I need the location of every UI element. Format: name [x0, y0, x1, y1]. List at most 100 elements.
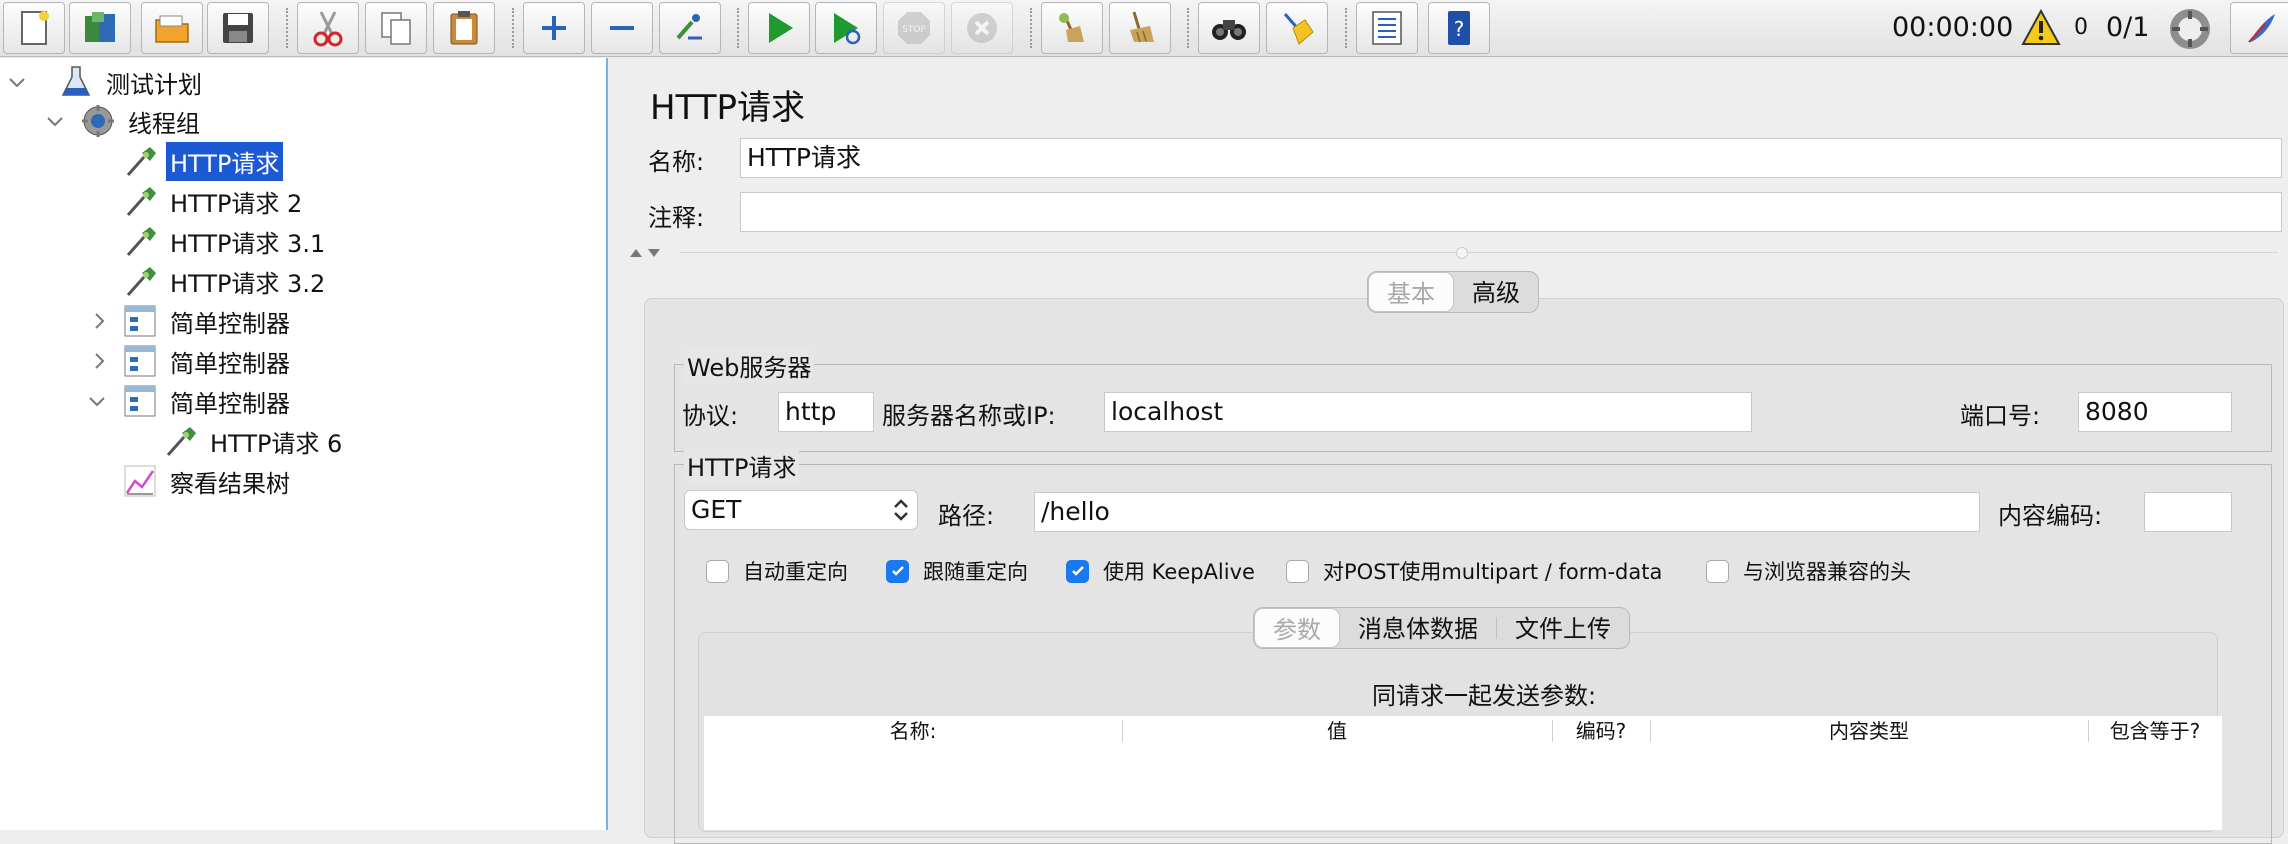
- http-sampler-icon: [166, 427, 196, 456]
- clear-all-button[interactable]: [1109, 2, 1171, 54]
- tree-node-label: HTTP请求 6: [210, 429, 343, 458]
- http-sampler-icon: [126, 267, 156, 296]
- tree-node-view-results-tree[interactable]: 察看结果树: [122, 462, 294, 500]
- http-sampler-icon: [126, 227, 156, 256]
- column-header-encode[interactable]: 编码?: [1552, 716, 1650, 746]
- copy-icon: [381, 12, 411, 45]
- start-button[interactable]: [748, 2, 810, 54]
- http-request-panel: HTTP请求 名称: HTTP请求 注释: 基本 高级 Web服务器 协议: h…: [610, 58, 2288, 844]
- tree-node-http-request[interactable]: HTTP请求 2: [122, 182, 306, 220]
- sub-tabs: 参数 消息体数据 文件上传: [1253, 607, 1630, 649]
- tab-body-data[interactable]: 消息体数据: [1340, 608, 1496, 648]
- protocol-label: 协议:: [682, 402, 739, 430]
- tree-node-http-request[interactable]: HTTP请求: [122, 141, 284, 181]
- thread-count: 0/1: [2106, 12, 2150, 43]
- help-icon: ?: [1448, 11, 1470, 45]
- chevron-updown-icon: [894, 499, 908, 521]
- column-header-content-type[interactable]: 内容类型: [1650, 716, 2088, 746]
- svg-text:?: ?: [1454, 17, 1465, 41]
- tree-node-label: 简单控制器: [170, 309, 290, 338]
- method-select[interactable]: GET: [684, 490, 918, 530]
- divider-grip[interactable]: [1456, 247, 1468, 259]
- log-viewer-button[interactable]: [2230, 2, 2288, 54]
- browser-headers-checkbox[interactable]: 与浏览器兼容的头: [1706, 556, 1911, 586]
- new-button[interactable]: [3, 2, 65, 54]
- tree-node-http-request[interactable]: HTTP请求 3.2: [122, 262, 329, 300]
- tab-advanced[interactable]: 高级: [1454, 272, 1538, 312]
- collapse-icon: [610, 26, 634, 30]
- chevron-right-icon[interactable]: [89, 351, 109, 371]
- function-helper-button[interactable]: [1356, 2, 1418, 54]
- collapse-all-button[interactable]: [591, 2, 653, 54]
- follow-redirect-checkbox[interactable]: 跟随重定向: [886, 556, 1028, 586]
- copy-button[interactable]: [365, 2, 427, 54]
- open-button[interactable]: [141, 2, 203, 54]
- path-field[interactable]: /hello: [1034, 492, 1980, 532]
- comment-field[interactable]: [740, 192, 2282, 232]
- port-field[interactable]: 8080: [2078, 392, 2232, 432]
- start-no-pauses-button[interactable]: [815, 2, 877, 54]
- simple-controller-icon: [124, 345, 156, 377]
- stop-button[interactable]: STOP: [883, 2, 945, 54]
- http-request-legend: HTTP请求: [684, 448, 800, 483]
- stop-icon: STOP: [898, 12, 930, 44]
- protocol-field[interactable]: http: [778, 392, 874, 432]
- start-icon: [769, 13, 793, 43]
- test-plan-icon: [61, 66, 91, 96]
- cut-icon: [313, 11, 343, 47]
- tree-node-simple-controller[interactable]: 简单控制器: [122, 382, 294, 420]
- paste-button[interactable]: [433, 2, 495, 54]
- tree-node-http-request[interactable]: HTTP请求 6: [162, 422, 346, 460]
- expand-all-button[interactable]: [523, 2, 585, 54]
- tree-node-label: 线程组: [128, 109, 200, 138]
- start-no-pauses-icon: [834, 13, 861, 45]
- tab-basic[interactable]: 基本: [1368, 272, 1454, 312]
- cut-button[interactable]: [297, 2, 359, 54]
- reset-search-button[interactable]: [1266, 2, 1328, 54]
- multipart-checkbox[interactable]: 对POST使用multipart / form-data: [1286, 556, 1662, 586]
- tab-file-upload[interactable]: 文件上传: [1497, 608, 1629, 648]
- name-field[interactable]: HTTP请求: [740, 138, 2282, 178]
- save-icon: [223, 13, 253, 43]
- split-arrows-icon[interactable]: [628, 246, 668, 260]
- keepalive-checkbox[interactable]: 使用 KeepAlive: [1066, 556, 1255, 586]
- tree-node-label: 简单控制器: [170, 349, 290, 378]
- tab-parameters[interactable]: 参数: [1254, 608, 1340, 648]
- warning-count: 0: [2074, 15, 2088, 40]
- column-header-include-equals[interactable]: 包含等于?: [2088, 716, 2222, 746]
- feather-icon: [2248, 14, 2275, 43]
- tree-node-simple-controller[interactable]: 简单控制器: [122, 302, 294, 340]
- chevron-down-icon[interactable]: [87, 391, 107, 411]
- auto-redirect-checkbox[interactable]: 自动重定向: [706, 556, 848, 586]
- column-header-value[interactable]: 值: [1122, 716, 1552, 746]
- params-caption: 同请求一起发送参数:: [1371, 682, 1597, 710]
- expand-icon: [542, 16, 566, 40]
- svg-text:STOP: STOP: [902, 25, 926, 35]
- open-icon: [155, 15, 189, 43]
- chevron-right-icon[interactable]: [89, 311, 109, 331]
- search-button[interactable]: [1198, 2, 1260, 54]
- tree-node-http-request[interactable]: HTTP请求 3.1: [122, 222, 329, 260]
- encoding-field[interactable]: [2144, 492, 2232, 532]
- tree-node-simple-controller[interactable]: 简单控制器: [122, 342, 294, 380]
- thread-group-icon: [82, 105, 114, 137]
- paste-icon: [450, 11, 478, 45]
- column-header-name[interactable]: 名称:: [704, 716, 1122, 746]
- server-field[interactable]: localhost: [1104, 392, 1752, 432]
- warning-icon[interactable]: [2021, 9, 2061, 47]
- templates-button[interactable]: [69, 2, 131, 54]
- simple-controller-icon: [124, 385, 156, 417]
- tree-node-label: HTTP请求 2: [170, 189, 303, 218]
- test-plan-tree: 测试计划 线程组 HTTP请求 HTTP请求 2 HTTP请求 3.1 HTTP…: [0, 58, 624, 830]
- shutdown-button[interactable]: [951, 2, 1013, 54]
- clear-button[interactable]: [1041, 2, 1103, 54]
- comment-label: 注释:: [648, 204, 705, 232]
- chevron-down-icon[interactable]: [45, 111, 65, 131]
- toggle-button[interactable]: [659, 2, 721, 54]
- save-button[interactable]: [207, 2, 269, 54]
- tree-node-thread-group[interactable]: 线程组: [80, 102, 204, 140]
- help-button[interactable]: ?: [1428, 2, 1490, 54]
- chevron-down-icon[interactable]: [7, 72, 27, 92]
- results-tree-icon: [124, 465, 156, 497]
- tree-node-test-plan[interactable]: 测试计划: [58, 63, 206, 101]
